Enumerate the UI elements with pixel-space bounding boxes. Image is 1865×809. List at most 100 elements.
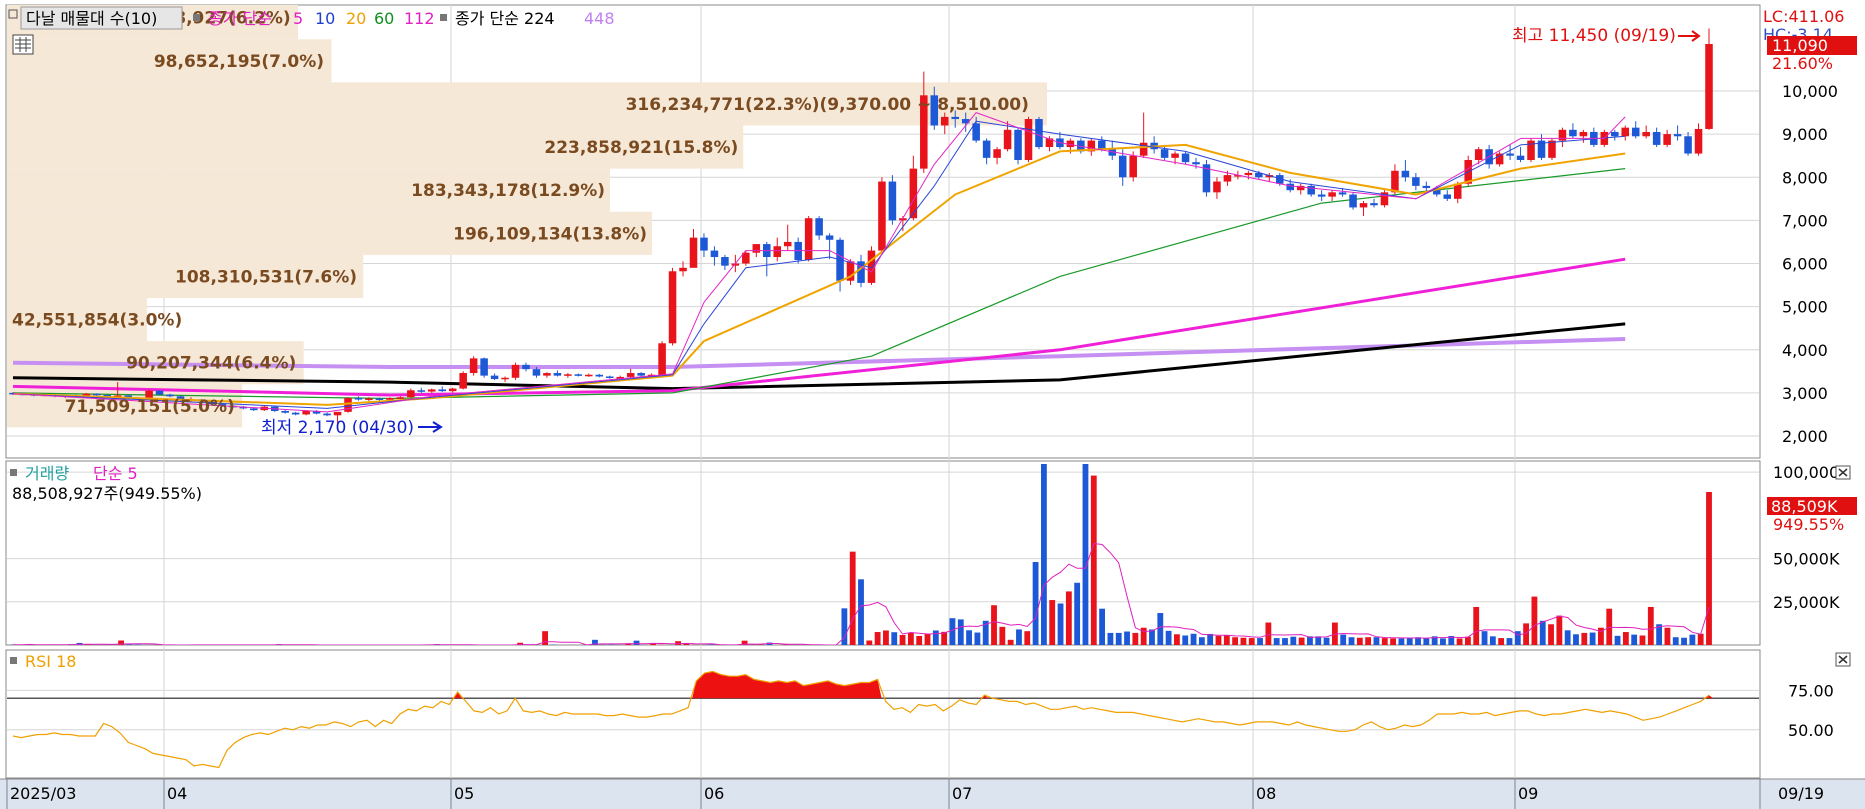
volume-bar	[1398, 638, 1405, 645]
ma10-label: 10	[315, 9, 335, 28]
candle	[825, 235, 834, 240]
candle	[993, 149, 1001, 158]
volume-bar	[991, 605, 997, 645]
candle	[637, 373, 645, 376]
volume-bar	[1207, 633, 1214, 645]
candle	[354, 398, 363, 400]
volume-bar	[1057, 603, 1064, 645]
volume-bar	[849, 551, 856, 645]
volume-bar	[1290, 636, 1297, 645]
ma2-legend-box-icon[interactable]	[440, 14, 447, 21]
candle	[1244, 172, 1253, 176]
candle	[783, 241, 792, 247]
candle	[281, 410, 289, 413]
candle	[605, 376, 614, 378]
volume-bar	[1489, 636, 1496, 645]
volume-bar	[1007, 639, 1014, 645]
volume-bar	[974, 632, 981, 645]
volume-bar	[633, 640, 640, 645]
candle	[543, 373, 551, 376]
candle	[92, 393, 101, 396]
candle	[427, 389, 436, 392]
volume-bar	[1423, 638, 1430, 645]
volume-profile-label: 196,109,134(13.8%)	[453, 224, 647, 244]
price-tick-label: 5,000	[1782, 298, 1828, 317]
volume-bar	[1090, 475, 1097, 645]
volume-bar	[1257, 638, 1263, 645]
ma112-label: 112	[404, 9, 435, 28]
candle	[574, 374, 583, 376]
volume-bar	[1315, 636, 1322, 645]
candle	[1370, 203, 1378, 206]
volume-bar	[883, 630, 889, 645]
volume-bar	[858, 579, 864, 645]
candle	[1453, 183, 1462, 199]
candle	[1474, 149, 1483, 160]
candle	[459, 373, 467, 389]
candle	[1558, 129, 1567, 141]
volume-pane	[5, 460, 1761, 646]
volume-bar	[1182, 635, 1189, 645]
candle	[982, 140, 991, 158]
ma-legend-box-icon[interactable]	[193, 14, 200, 21]
current-price: 11,090	[1772, 36, 1828, 55]
volume-bar	[1539, 620, 1546, 645]
rsi-pane	[5, 649, 1761, 779]
volume-bar	[874, 632, 881, 645]
chart-canvas[interactable]: 71,509,151(5.0%) 90,207,344(6.4%) 42,551,8…	[0, 0, 1865, 809]
volume-bar	[1672, 637, 1679, 645]
candle	[302, 410, 310, 415]
volume-bar	[1232, 637, 1239, 645]
volume-profile-label: 108,310,531(7.6%)	[175, 267, 357, 287]
candle	[438, 389, 447, 392]
volume-profile-label: 90,207,344(6.4%)	[126, 354, 296, 374]
volume-legend-box-icon[interactable]	[10, 469, 17, 476]
price-tick-label: 7,000	[1782, 211, 1828, 230]
volume-bar	[1099, 608, 1106, 645]
candle	[1003, 129, 1012, 150]
candle	[1139, 142, 1148, 156]
volume-bar	[1298, 637, 1305, 645]
candle	[333, 411, 342, 416]
volume-bar	[708, 644, 715, 645]
volume-bar	[941, 631, 948, 645]
volume-bar	[1356, 637, 1363, 645]
ma20-label: 20	[346, 9, 366, 28]
candle	[501, 377, 509, 380]
volume-bar	[1647, 606, 1654, 645]
candle	[804, 218, 813, 261]
current-pct: 21.60%	[1772, 54, 1833, 73]
volume-bar	[1273, 638, 1280, 645]
volume-profile-label: 223,858,921(15.8%)	[544, 138, 738, 158]
rsi-legend-box-icon[interactable]	[10, 657, 17, 664]
volume-bar	[1697, 633, 1704, 645]
month-label: 08	[1256, 784, 1276, 803]
candle	[511, 364, 520, 378]
candle	[1705, 43, 1713, 129]
volume-bar	[1282, 638, 1288, 645]
candle	[1422, 185, 1431, 189]
volume-bar	[1581, 632, 1588, 645]
volume-bar	[1215, 635, 1222, 645]
volume-bar	[1373, 637, 1380, 645]
candle	[773, 246, 782, 258]
volume-bar	[1564, 630, 1571, 645]
low-label: 최저 2,170 (04/30)	[261, 418, 414, 438]
volume-bar	[1639, 635, 1646, 645]
candle	[626, 373, 635, 377]
candle	[585, 374, 593, 377]
candle	[1118, 155, 1127, 178]
volume-bar	[1107, 632, 1114, 645]
volume-bar	[1622, 632, 1629, 645]
candle	[564, 374, 572, 376]
volume-bar	[1589, 632, 1596, 645]
candle	[1694, 128, 1703, 154]
candle	[1181, 153, 1190, 163]
volume-bar	[1248, 638, 1255, 645]
volume-bar	[1165, 630, 1172, 645]
candle	[365, 398, 373, 400]
volume-bar	[675, 641, 682, 645]
candle	[396, 397, 405, 399]
candle	[909, 168, 918, 219]
volume-bar	[1024, 631, 1031, 645]
